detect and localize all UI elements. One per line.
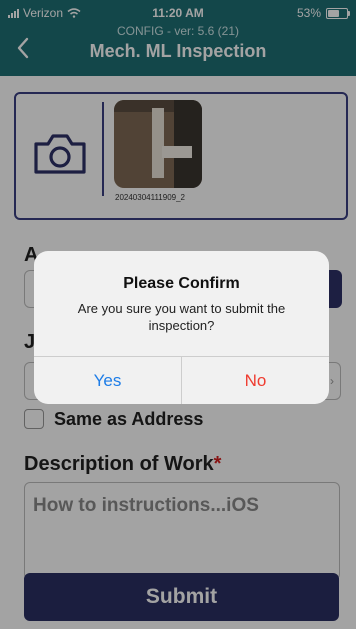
dialog-message: Are you sure you want to submit the insp…	[77, 301, 286, 333]
confirm-dialog: Please Confirm Are you sure you want to …	[34, 251, 329, 404]
yes-button[interactable]: Yes	[34, 357, 181, 404]
no-button[interactable]: No	[182, 357, 329, 404]
dialog-title: Please Confirm	[123, 275, 240, 292]
